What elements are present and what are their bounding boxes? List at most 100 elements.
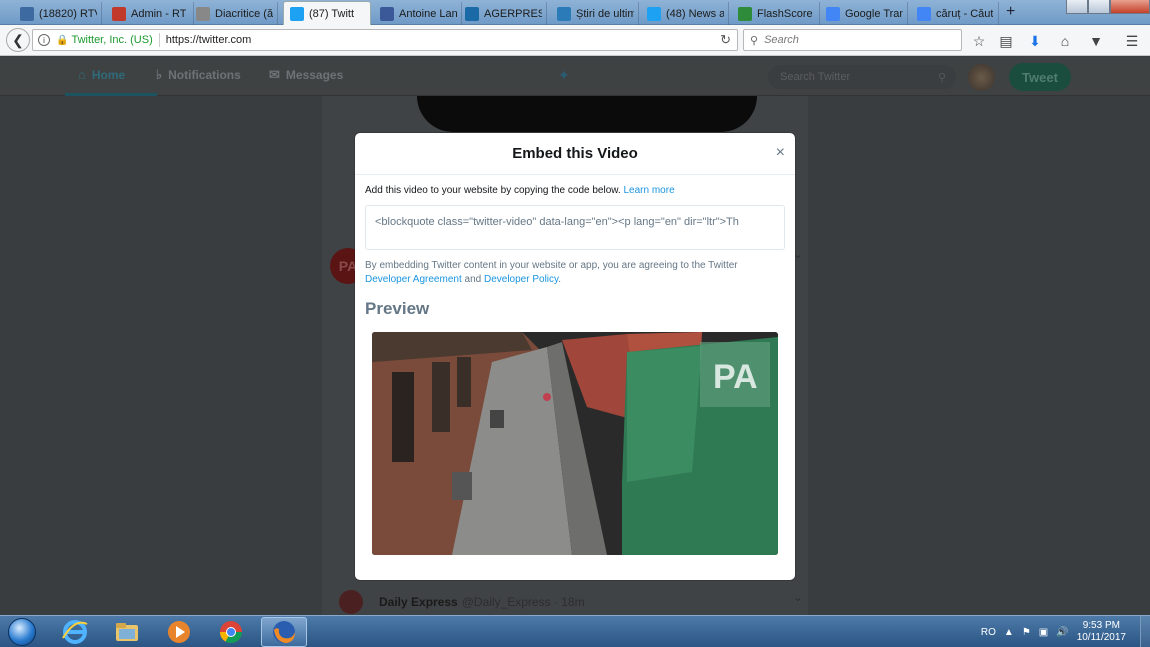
url-bar[interactable]: i 🔒 Twitter, Inc. (US) https://twitter.c… [32, 29, 738, 51]
nav-notifications[interactable]: ♭ Notifications [156, 67, 241, 83]
instructions-text: Add this video to your website by copyin… [365, 185, 621, 196]
url-text[interactable]: https://twitter.com [166, 34, 252, 46]
agreement-text: By embedding Twitter content in your web… [365, 259, 785, 287]
embed-video-dialog: Embed this Video × Add this video to you… [355, 133, 795, 580]
translate-icon [826, 6, 840, 21]
twitter-bird-icon[interactable]: ✦ [558, 67, 570, 84]
tab-item[interactable]: (18820) RTV [14, 2, 102, 25]
info-icon[interactable]: i [38, 34, 50, 46]
twitter-icon [647, 6, 661, 21]
taskbar: RO ▲ ⚑ ▣ 🔊 9:53 PM 10/11/2017 [0, 615, 1150, 647]
embed-code-field[interactable]: <blockquote class="twitter-video" data-l… [365, 205, 785, 250]
none [196, 6, 210, 21]
maximize-button[interactable] [1088, 0, 1110, 14]
reading-list-icon[interactable]: ▤ [996, 31, 1016, 51]
agreement-and: and [464, 274, 482, 285]
close-icon[interactable]: × [776, 144, 785, 162]
twitter-icon [290, 6, 304, 21]
agreement-prefix: By embedding Twitter content in your web… [365, 260, 738, 271]
firefox-icon[interactable] [261, 617, 307, 647]
tab-label: Știri de ultim [576, 7, 634, 20]
bookmark-star-icon[interactable]: ☆ [969, 31, 989, 51]
new-tab-button[interactable]: + [1006, 3, 1015, 21]
internet-explorer-icon[interactable] [52, 617, 98, 647]
clock-date: 10/11/2017 [1076, 632, 1126, 643]
tab-item[interactable]: căruț - Căut [911, 2, 999, 25]
chevron-down-icon[interactable]: ⌄ [793, 590, 803, 604]
tab-item[interactable]: Știri de ultim [551, 2, 639, 25]
pocket-icon[interactable]: ▼ [1086, 31, 1106, 51]
minimize-button[interactable] [1066, 0, 1088, 14]
tab-item[interactable]: (48) News a [641, 2, 729, 25]
tab-label: FlashScore [757, 7, 813, 20]
tab-label: AGERPRES [484, 7, 542, 20]
tweet-author-name[interactable]: Daily Express [379, 595, 458, 609]
volume-icon[interactable]: 🔊 [1056, 627, 1068, 638]
flashscore-icon [738, 6, 752, 21]
tweet-author-handle[interactable]: @Daily_Express · 18m [462, 595, 585, 609]
learn-more-link[interactable]: Learn more [624, 185, 675, 196]
embed-instructions: Add this video to your website by copyin… [365, 185, 675, 196]
system-tray: RO ▲ ⚑ ▣ 🔊 9:53 PM 10/11/2017 [981, 616, 1150, 647]
home-icon: ⌂ [78, 67, 86, 82]
file-explorer-icon[interactable] [104, 617, 150, 647]
tab-item[interactable]: Admin - RT [106, 2, 194, 25]
developer-agreement-link[interactable]: Developer Agreement [365, 274, 462, 285]
globe-icon [20, 6, 34, 21]
nav-home-label: Home [91, 67, 126, 82]
tab-item[interactable]: Google Tran [820, 2, 908, 25]
close-window-button[interactable] [1110, 0, 1150, 14]
video-frame: PA [372, 332, 778, 555]
r-icon [112, 6, 126, 21]
tray-expand-icon[interactable]: ▲ [1004, 627, 1014, 638]
preview-heading: Preview [365, 299, 430, 318]
flag-icon[interactable]: ⚑ [1022, 627, 1031, 638]
download-icon[interactable]: ⬇ [1025, 31, 1045, 51]
developer-policy-link[interactable]: Developer Policy [484, 274, 558, 285]
envelope-icon: ✉ [269, 67, 280, 82]
back-button[interactable]: ❮ [6, 28, 30, 52]
tweet-media [417, 96, 757, 132]
tab-label: (87) Twitt [309, 7, 355, 20]
language-indicator[interactable]: RO [981, 627, 996, 638]
show-desktop-button[interactable] [1140, 616, 1150, 647]
tab-item[interactable]: (87) Twitt [283, 1, 371, 25]
google-icon [917, 6, 931, 21]
tab-label: Diacritice (ăâîșț [215, 7, 273, 20]
tweet-button[interactable]: Tweet [1009, 63, 1071, 91]
tab-label: Antoine Lan [399, 7, 457, 20]
reload-icon[interactable]: ↻ [720, 32, 731, 48]
chrome-icon[interactable] [208, 617, 254, 647]
agerpres-icon [465, 6, 479, 21]
arrow-left-icon: ❮ [12, 31, 24, 48]
news-icon [557, 6, 571, 21]
agreement-period: . [558, 274, 562, 285]
nav-home[interactable]: ⌂ Home [78, 67, 125, 82]
video-preview[interactable]: PA [372, 332, 778, 555]
clock[interactable]: 9:53 PM 10/11/2017 [1077, 620, 1126, 644]
bell-icon: ♭ [156, 67, 163, 82]
start-button[interactable] [2, 616, 42, 647]
dialog-header: Embed this Video × [355, 133, 795, 175]
dialog-title: Embed this Video [512, 145, 638, 162]
twitter-search-input[interactable]: Search Twitter ⚲ [768, 65, 956, 89]
media-player-icon[interactable] [156, 617, 202, 647]
home-icon[interactable]: ⌂ [1055, 31, 1075, 51]
pa-watermark: PA [713, 358, 758, 396]
search-icon: ⚲ [750, 34, 759, 47]
avatar[interactable] [339, 590, 363, 614]
avatar[interactable] [968, 64, 995, 91]
nav-messages[interactable]: ✉ Messages [269, 67, 343, 83]
network-icon[interactable]: ▣ [1039, 627, 1048, 638]
tab-label: căruț - Căut [936, 7, 994, 20]
nav-messages-label: Messages [285, 68, 344, 82]
tab-item[interactable]: Antoine Lan [374, 2, 462, 25]
divider [158, 33, 160, 47]
browser-search-bar[interactable]: ⚲ Search [743, 29, 962, 51]
browser-search-placeholder: Search [764, 34, 799, 46]
tab-label: Google Tran [845, 7, 903, 20]
tab-item[interactable]: Diacritice (ăâîșț [190, 2, 278, 25]
tab-item[interactable]: AGERPRES [459, 2, 547, 25]
tab-item[interactable]: FlashScore [732, 2, 820, 25]
menu-icon[interactable]: ☰ [1122, 31, 1142, 51]
